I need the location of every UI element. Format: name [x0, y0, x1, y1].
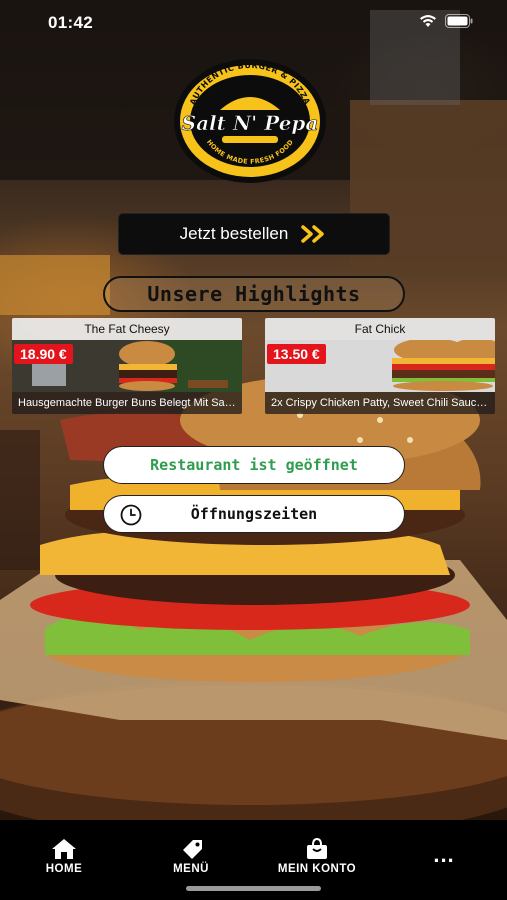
order-now-button[interactable]: Jetzt bestellen [118, 213, 390, 255]
status-bar: 01:42 [0, 0, 507, 46]
clock-icon [120, 504, 142, 526]
shopping-bag-icon [307, 838, 327, 859]
home-icon [52, 839, 76, 859]
opening-hours-button[interactable]: Öffnungszeiten [103, 495, 405, 533]
product-title: Fat Chick [265, 318, 495, 340]
nav-account[interactable]: MEIN KONTO [262, 838, 372, 875]
home-indicator [186, 886, 321, 891]
product-card[interactable]: Fat Chick 13.50 € 2x Crispy Chicken Patt… [265, 318, 495, 414]
price-badge: 13.50 € [267, 344, 326, 364]
nav-account-label: MEIN KONTO [277, 863, 357, 875]
opening-hours-label: Öffnungszeiten [190, 505, 318, 523]
brand-logo: AUTHENTIC BURGER & PIZZA HOME MADE FRESH… [172, 58, 328, 184]
nav-home[interactable]: HOME [9, 838, 119, 875]
product-description: 2x Crispy Chicken Patty, Sweet Chili Sau… [265, 392, 495, 414]
product-card[interactable]: The Fat Cheesy 18.90 € Hausgemachte Burg… [12, 318, 242, 414]
nav-menu-label: MENÜ [173, 863, 209, 875]
nav-menu[interactable]: MENÜ [136, 838, 246, 875]
nav-home-label: HOME [45, 863, 83, 875]
product-title: The Fat Cheesy [12, 318, 242, 340]
tag-icon [183, 840, 202, 859]
nav-more-label: ... [433, 842, 455, 867]
restaurant-status-label: Restaurant ist geöffnet [150, 456, 358, 474]
double-chevron-right-icon [300, 224, 328, 244]
battery-icon [445, 14, 473, 33]
status-time: 01:42 [48, 13, 93, 32]
highlights-heading: Unsere Highlights [103, 276, 405, 312]
price-badge: 18.90 € [14, 344, 73, 364]
more-dots-icon[interactable]: ... [389, 844, 499, 866]
wifi-icon [419, 14, 437, 33]
logo-name: Salt N' Pepa [182, 111, 319, 135]
restaurant-status-pill[interactable]: Restaurant ist geöffnet [103, 446, 405, 484]
status-icons [419, 14, 473, 33]
product-description: Hausgemachte Burger Buns Belegt Mit Sal.… [12, 392, 242, 414]
order-now-label: Jetzt bestellen [179, 224, 289, 243]
